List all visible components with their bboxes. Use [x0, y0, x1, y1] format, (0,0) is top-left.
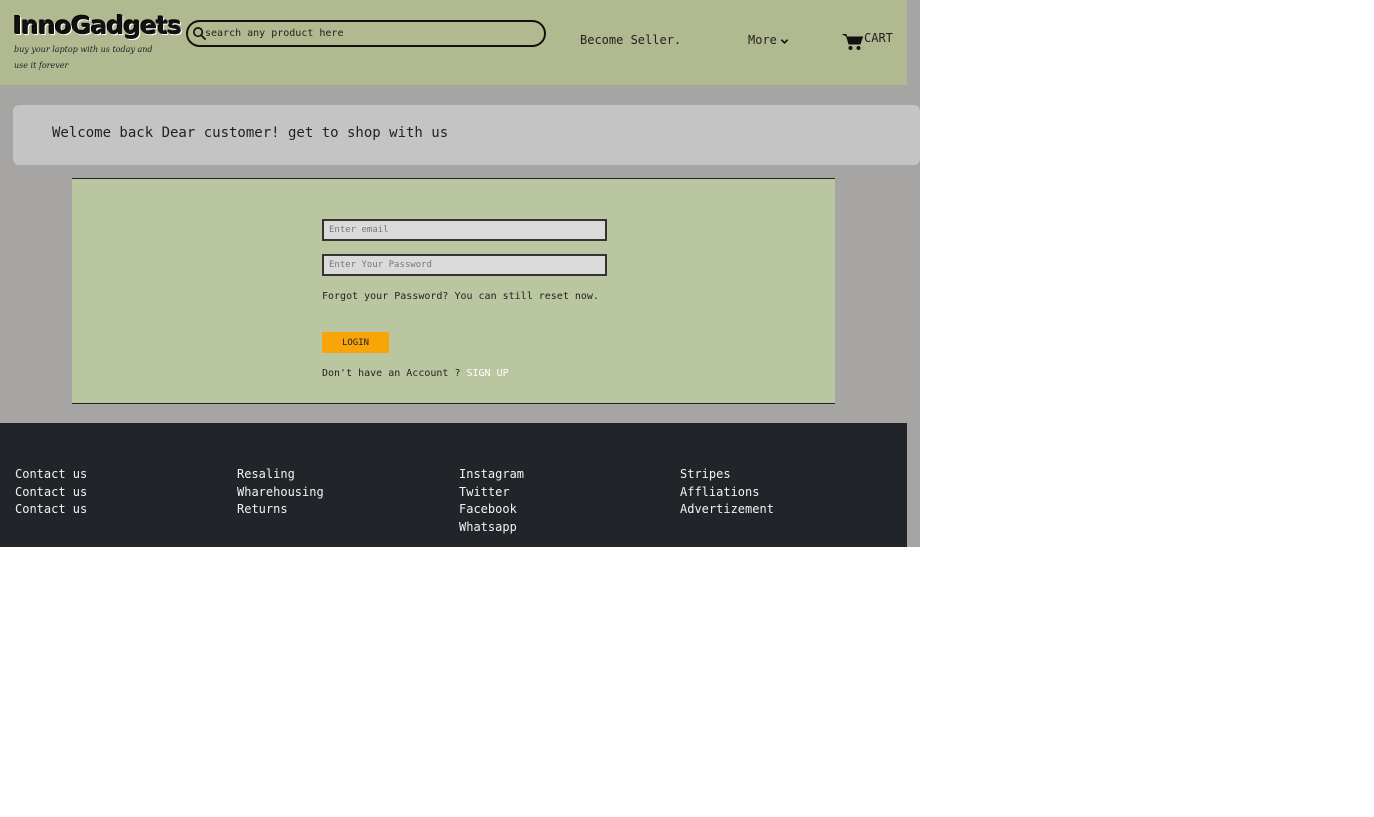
footer-column-social: Instagram Twitter Facebook Whatsapp: [459, 466, 524, 536]
no-account-text: Don't have an Account ?: [322, 368, 467, 379]
welcome-banner: Welcome back Dear customer! get to shop …: [13, 105, 920, 165]
login-button[interactable]: LOGIN: [322, 332, 389, 353]
footer-link[interactable]: Advertizement: [680, 501, 774, 519]
footer-link[interactable]: Resaling: [237, 466, 324, 484]
forgot-password-link[interactable]: Forgot your Password? You can still rese…: [322, 291, 599, 302]
email-field[interactable]: [322, 219, 607, 241]
footer-link[interactable]: Stripes: [680, 466, 774, 484]
footer-link[interactable]: Wharehousing: [237, 484, 324, 502]
search-input[interactable]: [205, 24, 535, 42]
footer-link[interactable]: Contact us: [15, 484, 87, 502]
more-menu[interactable]: More: [748, 33, 777, 47]
cart-icon[interactable]: [842, 33, 864, 51]
footer-column-partners: Stripes Affliations Advertizement: [680, 466, 774, 519]
footer: Contact us Contact us Contact us Resalin…: [0, 423, 907, 547]
signup-link[interactable]: SIGN UP: [467, 368, 509, 379]
search-bar: [186, 20, 546, 47]
signup-prompt: Don't have an Account ? SIGN UP: [322, 368, 509, 379]
chevron-down-icon[interactable]: [780, 37, 789, 46]
header: InnoGadgets buy your laptop with us toda…: [0, 0, 907, 85]
cart-label[interactable]: CART: [864, 31, 893, 45]
footer-link[interactable]: Contact us: [15, 466, 87, 484]
footer-column-services: Resaling Wharehousing Returns: [237, 466, 324, 519]
password-field[interactable]: [322, 254, 607, 276]
footer-link[interactable]: Affliations: [680, 484, 774, 502]
login-panel: Forgot your Password? You can still rese…: [72, 178, 835, 404]
welcome-text: Welcome back Dear customer! get to shop …: [52, 125, 449, 141]
footer-link[interactable]: Instagram: [459, 466, 524, 484]
become-seller-link[interactable]: Become Seller.: [580, 33, 681, 47]
footer-link[interactable]: Returns: [237, 501, 324, 519]
logo[interactable]: InnoGadgets: [13, 11, 182, 40]
footer-link[interactable]: Whatsapp: [459, 519, 524, 537]
footer-link[interactable]: Contact us: [15, 501, 87, 519]
footer-column-contact: Contact us Contact us Contact us: [15, 466, 87, 519]
tagline: buy your laptop with us today and use it…: [14, 45, 153, 70]
footer-link[interactable]: Facebook: [459, 501, 524, 519]
footer-link[interactable]: Twitter: [459, 484, 524, 502]
